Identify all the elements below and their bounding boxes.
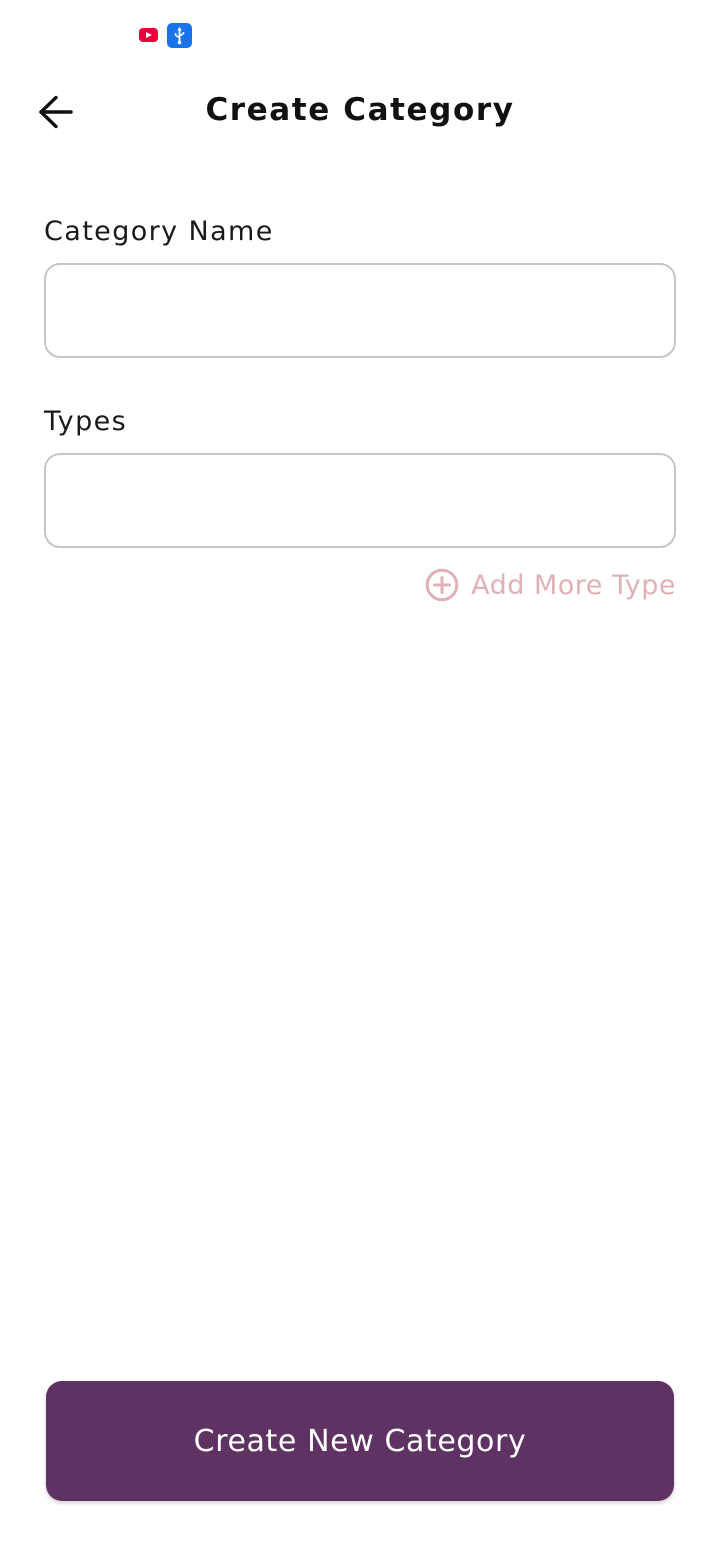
status-bar [0,0,720,70]
create-new-category-button[interactable]: Create New Category [46,1381,674,1501]
usb-glyph [174,27,185,45]
page-title: Create Category [205,92,515,128]
add-more-type-button[interactable]: Add More Type [425,566,676,604]
types-label: Types [44,406,128,437]
plus-circle-icon [425,568,459,602]
youtube-icon [139,28,158,42]
category-name-label: Category Name [44,216,274,247]
add-more-type-label: Add More Type [471,569,676,601]
category-name-input[interactable] [44,263,676,358]
usb-icon [167,23,192,48]
top-app-bar: Create Category [0,70,720,160]
types-input[interactable] [44,453,676,548]
